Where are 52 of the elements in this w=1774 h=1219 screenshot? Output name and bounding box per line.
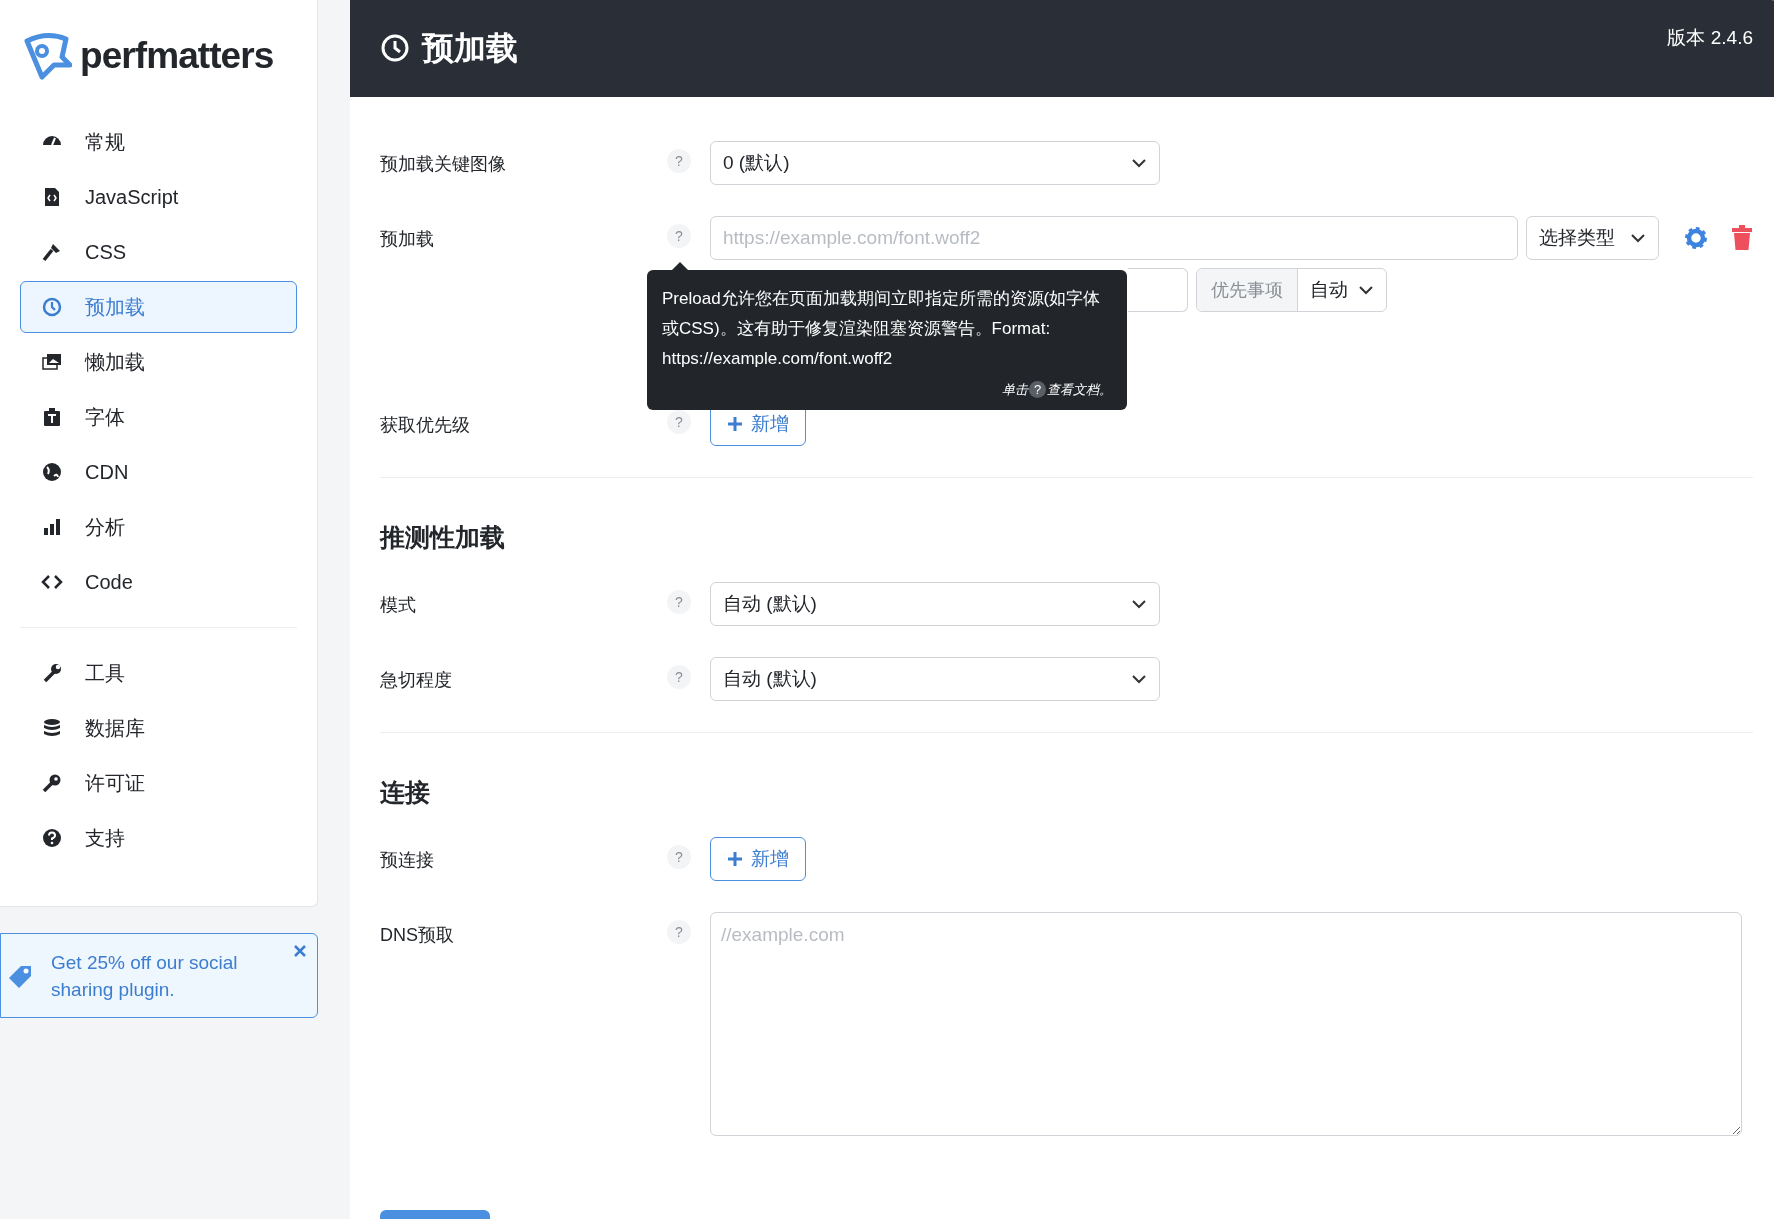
section-heading: 连接 bbox=[380, 777, 431, 807]
logo-icon bbox=[22, 30, 72, 81]
field-label: 获取优先级 bbox=[380, 414, 471, 437]
sidebar-item[interactable]: 字体 bbox=[20, 390, 297, 443]
chevron-down-icon bbox=[1131, 158, 1147, 168]
font-icon bbox=[41, 405, 63, 428]
sidebar-item[interactable]: 支持 bbox=[20, 811, 297, 864]
sidebar-item[interactable]: 预加载 bbox=[20, 280, 297, 333]
close-icon[interactable] bbox=[293, 944, 307, 958]
chevron-down-icon bbox=[1630, 233, 1646, 243]
sidebar-item[interactable]: 常规 bbox=[20, 115, 297, 168]
sidebar-item[interactable]: 许可证 bbox=[20, 756, 297, 809]
trash-icon[interactable] bbox=[1731, 225, 1753, 251]
sidebar-item[interactable]: CSS bbox=[20, 225, 297, 278]
chevron-down-icon bbox=[1131, 674, 1147, 684]
plus-icon bbox=[727, 416, 743, 432]
plus-icon bbox=[727, 851, 743, 867]
clock-icon bbox=[380, 33, 410, 63]
logo-text: perfmatters bbox=[80, 34, 274, 78]
section-heading: 推测性加载 bbox=[380, 522, 506, 552]
url-field[interactable]: https://example.com/font.woff2 bbox=[710, 216, 1518, 260]
field-label: 模式 bbox=[380, 594, 417, 617]
field-label: 急切程度 bbox=[380, 669, 453, 692]
select-field[interactable]: 自动 (默认) bbox=[710, 582, 1160, 626]
sidebar-item[interactable]: 工具 bbox=[20, 646, 297, 699]
sidebar-item[interactable]: 分析 bbox=[20, 500, 297, 553]
sidebar-item[interactable]: Code bbox=[20, 555, 297, 608]
select-field[interactable]: 0 (默认) bbox=[710, 141, 1160, 185]
clock-icon bbox=[41, 295, 63, 318]
globe-icon bbox=[41, 460, 63, 483]
sidebar-item[interactable]: CDN bbox=[20, 445, 297, 498]
tooltip-hint: 单击 ? 查看文档。 bbox=[1001, 380, 1112, 400]
chevron-down-icon bbox=[1131, 599, 1147, 609]
sidebar-item[interactable]: JavaScript bbox=[20, 170, 297, 223]
help-icon bbox=[41, 826, 63, 849]
text-area[interactable]: //example.com bbox=[710, 912, 1742, 1136]
version-text: 版本 2.4.6 bbox=[1667, 26, 1753, 50]
database-icon bbox=[41, 716, 63, 739]
sidebar-item[interactable]: 懒加载 bbox=[20, 335, 297, 388]
wrench-icon bbox=[41, 661, 63, 684]
page-title: 预加载 bbox=[422, 29, 518, 68]
field-label: 预连接 bbox=[380, 849, 435, 872]
field-label: 预加载关键图像 bbox=[380, 153, 507, 176]
tooltip-text: Preload允许您在页面加载期间立即指定所需的资源(如字体或CSS)。这有助于修复渲染阻塞资源警告。Format: https://example.com/font.woff2 bbox=[662, 288, 1102, 370]
field-label: DNS预取 bbox=[380, 924, 455, 947]
field-label: 预加载 bbox=[380, 228, 435, 251]
promo-text: Get 25% off our social sharing plugin. bbox=[51, 950, 239, 1002]
select-field[interactable]: 选择类型 bbox=[1526, 216, 1659, 260]
select-field[interactable]: 自动 (默认) bbox=[710, 657, 1160, 701]
add-button[interactable]: 新增 bbox=[710, 837, 806, 881]
sidebar-item[interactable]: 数据库 bbox=[20, 701, 297, 754]
settings-icon[interactable] bbox=[1683, 225, 1709, 251]
